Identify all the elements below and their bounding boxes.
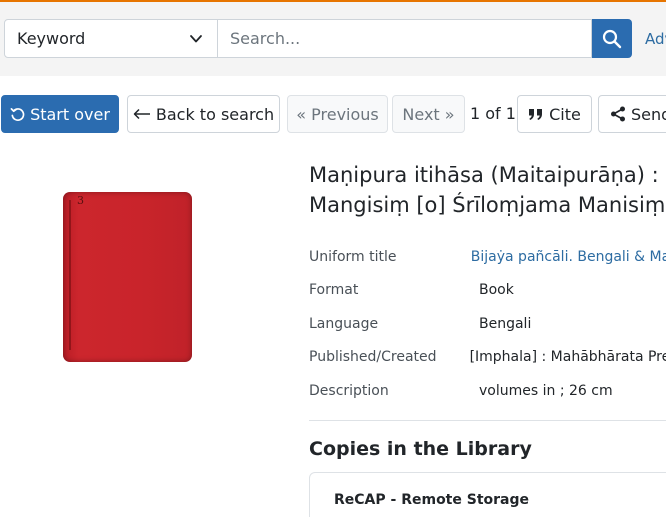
uniform-title-link[interactable]: Bijaẏa pañcāli. Bengali & Mar	[471, 249, 666, 265]
advanced-search-link[interactable]: Adv	[645, 30, 666, 48]
share-icon	[611, 106, 625, 122]
record-title-line-2: Mangisiṃ [o] Śrīloṃjama Manisiṃ	[309, 193, 666, 217]
search-field-select[interactable]: Keyword	[4, 19, 218, 58]
holding-location: ReCAP - Remote Storage	[334, 492, 530, 508]
cite-label: Cite	[549, 104, 581, 124]
holdings-card: ReCAP - Remote Storage	[309, 472, 666, 517]
copies-heading: Copies in the Library	[309, 438, 532, 460]
metadata-label: Uniform title	[309, 248, 397, 265]
send-button[interactable]: Send	[598, 95, 666, 133]
metadata-row-uniform-title: Uniform title Bijaẏa pañcāli. Bengali & …	[309, 240, 666, 274]
metadata-value: Bengali	[479, 315, 532, 332]
search-button[interactable]	[592, 19, 632, 58]
previous-button[interactable]: « Previous	[287, 95, 388, 133]
metadata-label: Published/Created	[309, 349, 437, 366]
search-placeholder: Search...	[230, 29, 301, 48]
result-page-count: 1 of 1	[470, 104, 516, 123]
metadata-label: Language	[309, 315, 379, 332]
undo-icon	[10, 107, 25, 121]
metadata-row-language: Language Bengali	[309, 307, 666, 341]
arrow-left-icon	[133, 108, 150, 120]
quote-icon	[529, 108, 543, 120]
metadata-label: Description	[309, 382, 389, 399]
section-divider	[309, 420, 666, 421]
metadata-value: [Imphala] : Mahābhārata Pres	[469, 349, 666, 366]
chevron-down-icon	[190, 35, 202, 43]
record-title: Maṇipura itihāsa (Maitaipurāṇa) : Mangis…	[309, 160, 666, 220]
metadata-label: Format	[309, 282, 359, 299]
book-cover-mark: 3	[77, 194, 84, 207]
book-cover-spine	[69, 200, 71, 350]
metadata-row-description: Description volumes in ; 26 cm	[309, 374, 666, 408]
back-to-search-label: Back to search	[155, 104, 275, 124]
search-input[interactable]: Search...	[218, 19, 592, 58]
start-over-label: Start over	[30, 104, 110, 124]
metadata-row-format: Format Book	[309, 274, 666, 308]
search-field-value: Keyword	[17, 29, 86, 48]
record-title-line-1: Maṇipura itihāsa (Maitaipurāṇa) :	[309, 163, 659, 187]
metadata-row-published: Published/Created [Imphala] : Mahābhārat…	[309, 341, 666, 375]
start-over-button[interactable]: Start over	[1, 95, 119, 133]
cite-button[interactable]: Cite	[517, 95, 592, 133]
metadata-value: Book	[479, 282, 514, 299]
search-form: Keyword Search...	[4, 19, 632, 58]
back-to-search-button[interactable]: Back to search	[127, 95, 280, 133]
next-label: Next »	[402, 104, 455, 124]
metadata-value: volumes in ; 26 cm	[479, 382, 613, 399]
send-label: Send	[631, 104, 666, 124]
book-cover-image: 3	[63, 192, 192, 362]
next-button[interactable]: Next »	[392, 95, 465, 133]
record-metadata: Uniform title Bijaẏa pañcāli. Bengali & …	[309, 240, 666, 408]
search-icon	[602, 29, 622, 48]
previous-label: « Previous	[296, 104, 379, 124]
